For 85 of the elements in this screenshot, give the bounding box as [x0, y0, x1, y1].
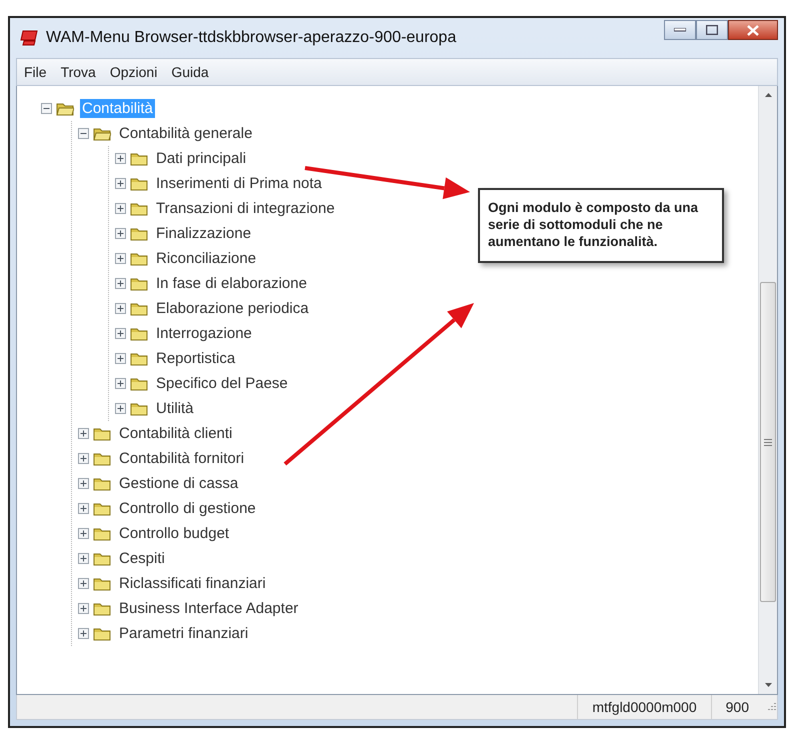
expand-icon[interactable]: [115, 278, 126, 289]
callout-note: Ogni modulo è composto da una serie di sottomoduli che ne aumentano le funzionalità.: [478, 188, 724, 263]
tree-item[interactable]: Riconciliazione: [154, 249, 258, 268]
tree-item[interactable]: Controllo di gestione: [117, 499, 258, 518]
tree-item[interactable]: Contabilità fornitori: [117, 449, 246, 468]
app-icon: [20, 29, 40, 47]
tree-item[interactable]: Controllo budget: [117, 524, 232, 543]
expand-icon[interactable]: [115, 353, 126, 364]
tree-item[interactable]: Contabilità clienti: [117, 424, 234, 443]
expand-icon[interactable]: [115, 403, 126, 414]
folder-icon: [130, 376, 148, 390]
expand-icon[interactable]: [78, 553, 89, 564]
expand-icon[interactable]: [78, 528, 89, 539]
scroll-down-icon[interactable]: [764, 683, 772, 687]
tree-item[interactable]: Parametri finanziari: [117, 624, 250, 643]
expand-icon[interactable]: [115, 303, 126, 314]
scrollbar[interactable]: [758, 86, 777, 694]
folder-icon: [130, 152, 148, 166]
tree-item[interactable]: Finalizzazione: [154, 224, 254, 243]
folder-icon: [56, 102, 74, 116]
tree-item[interactable]: Reportistica: [154, 349, 238, 368]
tree-item[interactable]: Dati principali: [154, 149, 248, 168]
tree-item[interactable]: Specifico del Paese: [154, 374, 290, 393]
folder-icon: [93, 602, 111, 616]
expand-icon[interactable]: [78, 503, 89, 514]
tree-item[interactable]: Contabilità generale: [117, 124, 254, 143]
folder-icon: [93, 476, 111, 490]
folder-icon: [130, 402, 148, 416]
tree-item[interactable]: Business Interface Adapter: [117, 599, 300, 618]
company-number: 900: [710, 695, 763, 719]
menu-item[interactable]: Guida: [166, 62, 214, 82]
grip-icon: [764, 438, 772, 446]
menu-item[interactable]: Opzioni: [104, 62, 162, 82]
folder-icon: [130, 326, 148, 340]
expand-icon[interactable]: [115, 228, 126, 239]
collapse-icon[interactable]: [78, 128, 89, 139]
session-code: mtfgld0000m000: [577, 695, 711, 719]
folder-icon: [93, 576, 111, 590]
tree-item[interactable]: Inserimenti di Prima nota: [154, 174, 324, 193]
minimize-button[interactable]: [664, 20, 696, 40]
expand-icon[interactable]: [78, 478, 89, 489]
tree-item[interactable]: Riclassificati finanziari: [117, 574, 268, 593]
folder-icon: [93, 526, 111, 540]
tree-item[interactable]: Gestione di cassa: [117, 474, 240, 493]
tree-item[interactable]: Interrogazione: [154, 324, 254, 343]
maximize-button[interactable]: [696, 20, 728, 40]
menu-item[interactable]: File: [19, 62, 52, 82]
expand-icon[interactable]: [115, 178, 126, 189]
tree-item[interactable]: Elaborazione periodica: [154, 299, 311, 318]
folder-icon: [93, 126, 111, 140]
folder-icon: [93, 426, 111, 440]
window-title: WAM-Menu Browser-ttdskbbrowser-aperazzo-900-europa: [46, 29, 458, 47]
tree-item[interactable]: Utilità: [154, 399, 196, 418]
scroll-thumb[interactable]: [760, 282, 776, 602]
maximize-icon: [706, 25, 718, 35]
folder-icon: [93, 502, 111, 516]
close-button[interactable]: [728, 20, 778, 40]
folder-icon: [130, 176, 148, 190]
expand-icon[interactable]: [78, 603, 89, 614]
scroll-up-icon[interactable]: [764, 93, 772, 97]
expand-icon[interactable]: [115, 203, 126, 214]
folder-icon: [93, 626, 111, 640]
tree-item[interactable]: Cespiti: [117, 549, 167, 568]
expand-icon[interactable]: [78, 428, 89, 439]
expand-icon[interactable]: [115, 378, 126, 389]
expand-icon[interactable]: [78, 453, 89, 464]
collapse-icon[interactable]: [41, 103, 52, 114]
expand-icon[interactable]: [115, 328, 126, 339]
folder-icon: [93, 552, 111, 566]
minimize-icon: [674, 28, 686, 32]
folder-icon: [130, 302, 148, 316]
folder-icon: [130, 252, 148, 266]
expand-icon[interactable]: [78, 628, 89, 639]
expand-icon[interactable]: [115, 153, 126, 164]
folder-icon: [130, 226, 148, 240]
folder-icon: [130, 352, 148, 366]
folder-icon: [130, 202, 148, 216]
folder-icon: [130, 276, 148, 290]
tree-item[interactable]: In fase di elaborazione: [154, 274, 309, 293]
folder-icon: [93, 452, 111, 466]
menu-item[interactable]: Trova: [56, 62, 101, 82]
close-icon: [747, 24, 759, 36]
expand-icon[interactable]: [115, 253, 126, 264]
expand-icon[interactable]: [78, 578, 89, 589]
tree-item[interactable]: Transazioni di integrazione: [154, 199, 337, 218]
